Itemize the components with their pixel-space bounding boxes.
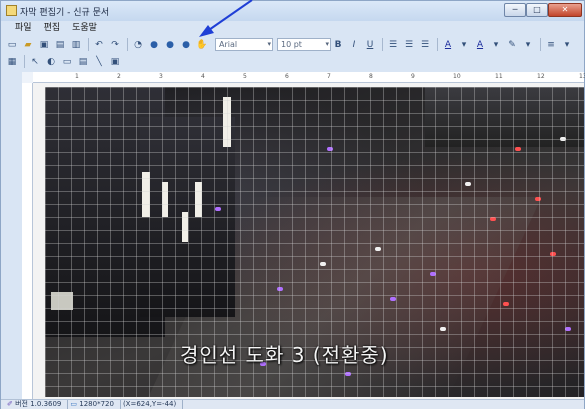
canvas-area[interactable]: 경인선 도화 3 (전환중) xyxy=(33,83,584,399)
zoom-icon[interactable]: ◔ xyxy=(131,38,145,51)
ruler-mark: 1 xyxy=(75,73,79,80)
ruler-mark: 5 xyxy=(243,73,247,80)
import-icon[interactable]: ▤ xyxy=(53,38,67,51)
font-size-select[interactable]: 10 pt ▾ xyxy=(277,38,331,51)
pen-color-dropdown-icon[interactable]: ▾ xyxy=(521,38,535,51)
main-toolbar: ▭ ▰ ▣ ▤ ▥ ↶ ↷ ◔ ● ● ● ✋ Arial ▾ 10 pt ▾ … xyxy=(1,36,584,53)
ruler-mark: 9 xyxy=(411,73,415,80)
maximize-button[interactable]: □ xyxy=(526,3,548,17)
vertical-ruler xyxy=(22,83,33,399)
font-name-value: Arial xyxy=(219,40,238,49)
menu-file[interactable]: 파일 xyxy=(9,21,38,36)
status-coords: (X=624,Y=-44) xyxy=(121,400,184,409)
toolbar-separator xyxy=(437,38,438,51)
pen-color-icon[interactable]: ✎ xyxy=(505,38,519,51)
select-tool-icon[interactable]: ▦ xyxy=(5,55,19,68)
ruler-mark: 11 xyxy=(495,73,503,80)
text-color-button[interactable]: A xyxy=(441,38,455,51)
editor-window: 자막 편집기 - 신규 문서 ─ □ ✕ 파일 편집 도움말 ▭ ▰ ▣ ▤ ▥… xyxy=(0,0,585,409)
toolbar-separator xyxy=(540,38,541,51)
ruler-mark: 13 xyxy=(579,73,585,80)
play-icon[interactable]: ● xyxy=(147,38,161,51)
outline-color-button[interactable]: A xyxy=(473,38,487,51)
line-tool-icon[interactable]: ╲ xyxy=(92,55,106,68)
toolbar-separator xyxy=(127,38,128,51)
line-style-button[interactable]: ≡ xyxy=(544,38,558,51)
ruler-corner xyxy=(22,72,33,83)
align-center-icon[interactable]: ☰ xyxy=(402,38,416,51)
export-icon[interactable]: ▥ xyxy=(69,38,83,51)
minimize-button[interactable]: ─ xyxy=(504,3,526,17)
status-resolution: ▭ 1280*720 xyxy=(68,400,121,409)
highlight-color-icon[interactable]: ▾ xyxy=(489,38,503,51)
save-icon[interactable]: ▣ xyxy=(37,38,51,51)
menu-bar: 파일 편집 도움말 xyxy=(1,21,584,36)
status-bar: ✐ 버전 1.0.3609 ▭ 1280*720 (X=624,Y=-44) xyxy=(1,399,584,409)
drawing-toolbar: ▦ ↖ ◐ ▭ ▤ ╲ ▣ xyxy=(1,53,584,70)
chevron-down-icon: ▾ xyxy=(267,40,271,48)
underline-button[interactable]: U xyxy=(363,38,377,51)
stop-icon[interactable]: ● xyxy=(163,38,177,51)
status-version-text: 버전 1.0.3609 xyxy=(15,400,62,408)
text-box-tool-icon[interactable]: ▤ xyxy=(76,55,90,68)
line-style-dropdown-icon[interactable]: ▾ xyxy=(560,38,574,51)
font-size-value: 10 pt xyxy=(281,40,302,49)
status-resolution-text: 1280*720 xyxy=(79,400,114,408)
app-icon xyxy=(6,5,17,16)
horizontal-ruler: 1 2 3 4 5 6 7 8 9 10 11 12 13 xyxy=(33,72,585,83)
open-folder-icon[interactable]: ▰ xyxy=(21,38,35,51)
ruler-mark: 2 xyxy=(117,73,121,80)
ruler-mark: 8 xyxy=(369,73,373,80)
menu-help[interactable]: 도움말 xyxy=(66,21,103,36)
ruler-mark: 10 xyxy=(453,73,461,80)
highlight-color-icon[interactable]: ▾ xyxy=(457,38,471,51)
image-tool-icon[interactable]: ▣ xyxy=(108,55,122,68)
align-right-icon[interactable]: ☰ xyxy=(418,38,432,51)
toolbar-separator xyxy=(24,55,25,68)
rect-tool-icon[interactable]: ▭ xyxy=(60,55,74,68)
window-title: 자막 편집기 - 신규 문서 xyxy=(20,8,110,18)
bold-button[interactable]: B xyxy=(331,38,345,51)
align-left-icon[interactable]: ☰ xyxy=(386,38,400,51)
menu-edit[interactable]: 편집 xyxy=(38,21,67,36)
italic-button[interactable]: I xyxy=(347,38,361,51)
toolbar-separator xyxy=(382,38,383,51)
ruler-mark: 4 xyxy=(201,73,205,80)
hand-icon[interactable]: ✋ xyxy=(195,38,209,51)
chevron-down-icon: ▾ xyxy=(325,40,329,48)
ruler-mark: 12 xyxy=(537,73,545,80)
ruler-mark: 3 xyxy=(159,73,163,80)
redo-icon[interactable]: ↷ xyxy=(108,38,122,51)
subtitle-caption[interactable]: 경인선 도화 3 (전환중) xyxy=(180,339,389,368)
new-file-icon[interactable]: ▭ xyxy=(5,38,19,51)
ellipse-tool-icon[interactable]: ◐ xyxy=(44,55,58,68)
pointer-tool-icon[interactable]: ↖ xyxy=(28,55,42,68)
ruler-mark: 7 xyxy=(327,73,331,80)
status-version: ✐ 버전 1.0.3609 xyxy=(5,400,69,409)
monitor-icon: ▭ xyxy=(70,400,78,408)
close-button[interactable]: ✕ xyxy=(548,3,582,17)
undo-icon[interactable]: ↶ xyxy=(92,38,106,51)
ruler-mark: 6 xyxy=(285,73,289,80)
pen-icon: ✐ xyxy=(7,400,13,408)
record-icon[interactable]: ● xyxy=(179,38,193,51)
font-name-select[interactable]: Arial ▾ xyxy=(215,38,273,51)
title-bar[interactable]: 자막 편집기 - 신규 문서 ─ □ ✕ xyxy=(1,1,584,21)
toolbar-separator xyxy=(88,38,89,51)
video-frame[interactable]: 경인선 도화 3 (전환중) xyxy=(45,87,584,397)
